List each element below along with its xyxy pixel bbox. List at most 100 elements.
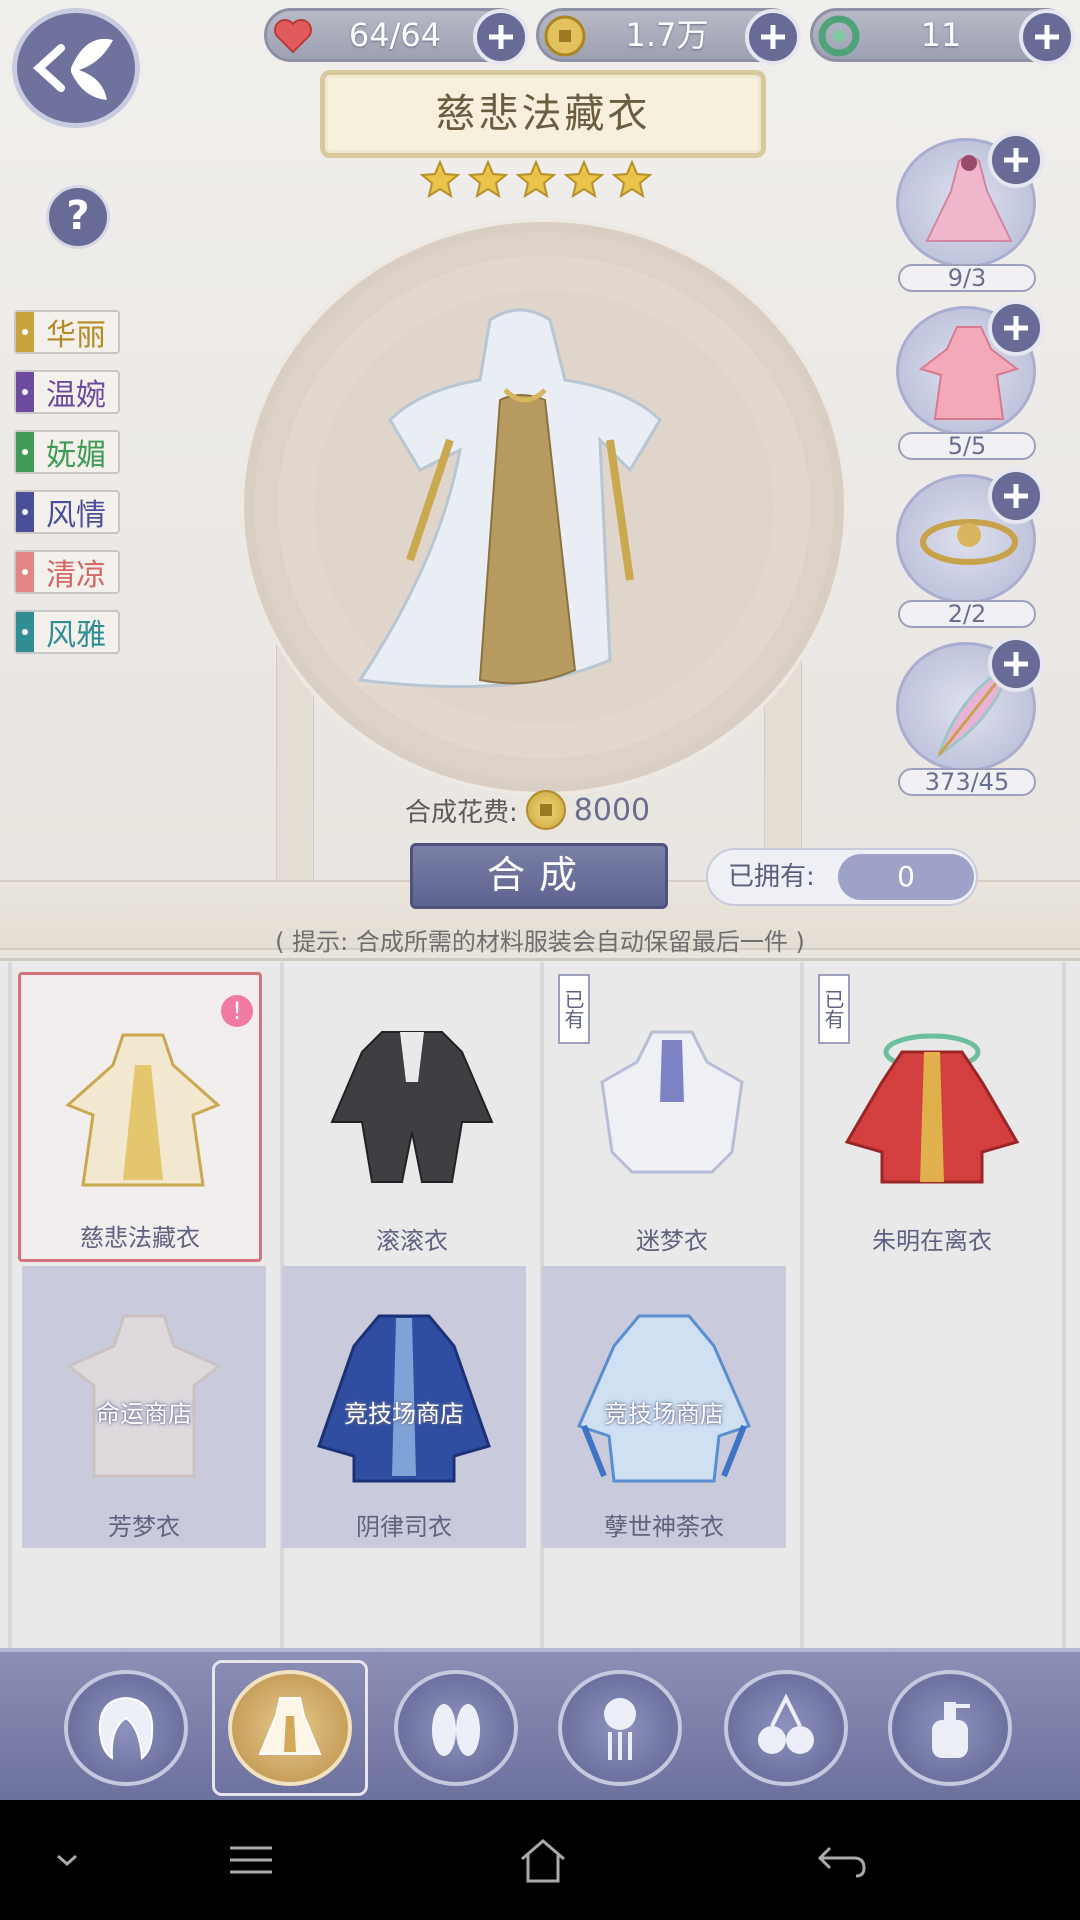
material-count: 9/3 xyxy=(898,264,1036,292)
star-rating xyxy=(420,160,660,206)
black-jacket-image xyxy=(330,1031,494,1183)
style-tag: 风雅 xyxy=(14,610,120,654)
style-tag: 华丽 xyxy=(14,310,120,354)
nav-makeup[interactable] xyxy=(888,1670,1012,1786)
material-slot[interactable]: 373/45 xyxy=(890,636,1050,804)
butterfly-back-icon xyxy=(33,38,113,100)
plus-icon xyxy=(761,25,785,49)
jade-pill: 11 xyxy=(810,8,1075,65)
star-icon xyxy=(564,160,604,199)
plus-icon xyxy=(1004,484,1028,508)
star-icon xyxy=(420,160,460,199)
item-name: 朱明在离衣 xyxy=(872,1227,992,1255)
item-source: 竞技场商店 xyxy=(604,1400,724,1428)
material-slot[interactable]: 5/5 xyxy=(890,300,1050,468)
bell-accessory-icon xyxy=(758,1693,814,1754)
style-tag: 温婉 xyxy=(14,370,120,414)
shoes-icon xyxy=(432,1704,480,1756)
item-name: 慈悲法藏衣 xyxy=(80,1224,200,1252)
material-slot[interactable]: 2/2 xyxy=(890,468,1050,636)
plus-icon xyxy=(1004,148,1028,172)
item-title-plaque: 慈悲法藏衣 xyxy=(320,70,766,158)
jade-value: 11 xyxy=(920,16,962,54)
item-name: 阴律司衣 xyxy=(356,1513,452,1541)
nav-hairpin[interactable] xyxy=(558,1670,682,1786)
nav-accessory[interactable] xyxy=(724,1670,848,1786)
coin-pill: 1.7万 xyxy=(536,8,801,65)
coin-icon xyxy=(544,15,586,57)
owned-count: 已拥有: 0 xyxy=(706,848,978,906)
category-nav xyxy=(0,1648,1080,1800)
item-card[interactable]: 已有 朱明在离衣 xyxy=(810,972,1054,1262)
item-name: 芳梦衣 xyxy=(108,1513,180,1541)
material-slot[interactable]: 9/3 xyxy=(890,132,1050,300)
add-material-button[interactable] xyxy=(988,468,1044,524)
coin-icon xyxy=(525,790,566,830)
back-button[interactable] xyxy=(12,8,140,128)
svg-text:!: ! xyxy=(232,997,242,1025)
system-collapse-button[interactable] xyxy=(32,1828,102,1892)
material-count: 373/45 xyxy=(898,768,1036,796)
material-list: 9/3 5/5 2/2 373/45 xyxy=(890,132,1050,804)
style-tag: 妩媚 xyxy=(14,430,120,474)
owned-value: 0 xyxy=(838,854,974,900)
owned-label: 已拥有: xyxy=(728,862,815,892)
item-title: 慈悲法藏衣 xyxy=(435,91,651,137)
item-source: 命运商店 xyxy=(96,1400,192,1428)
add-coin-button[interactable] xyxy=(745,9,801,65)
nav-hair[interactable] xyxy=(64,1670,188,1786)
material-count: 2/2 xyxy=(898,600,1036,628)
white-blue-dress-image xyxy=(600,1030,744,1174)
craft-button[interactable]: 合成 xyxy=(410,843,668,909)
nav-dress[interactable] xyxy=(228,1670,352,1786)
heart-icon xyxy=(274,19,312,54)
system-menu-button[interactable] xyxy=(216,1828,286,1892)
item-card[interactable]: 已有 迷梦衣 xyxy=(550,972,794,1262)
craft-cost: 合成花费: 8000 xyxy=(405,790,650,830)
plus-icon xyxy=(1004,652,1028,676)
add-material-button[interactable] xyxy=(988,636,1044,692)
craft-hint: ( 提示: 合成所需的材料服装会自动保留最后一件 ) xyxy=(275,928,805,956)
item-card-locked[interactable]: 竞技场商店 孽世神荼衣 xyxy=(542,1266,786,1548)
craft-cost-value: 8000 xyxy=(573,792,651,828)
add-jade-button[interactable] xyxy=(1019,9,1075,65)
item-card-locked[interactable]: 竞技场商店 阴律司衣 xyxy=(282,1266,526,1548)
stamina-pill: 64/64 xyxy=(264,8,529,65)
item-name: 迷梦衣 xyxy=(636,1227,708,1255)
nav-shoes[interactable] xyxy=(394,1670,518,1786)
add-stamina-button[interactable] xyxy=(473,9,529,65)
star-icon xyxy=(612,160,652,199)
plus-icon xyxy=(1004,316,1028,340)
item-card-locked[interactable]: 命运商店 芳梦衣 xyxy=(22,1266,266,1548)
system-home-button[interactable] xyxy=(508,1828,578,1892)
style-tag: 清凉 xyxy=(14,550,120,594)
help-button[interactable]: ? xyxy=(46,185,110,249)
plus-icon xyxy=(489,25,513,49)
makeup-bottle-icon xyxy=(932,1702,970,1758)
item-card[interactable]: ! 慈悲法藏衣 xyxy=(18,972,262,1262)
gold-robe-image xyxy=(65,1033,221,1187)
jade-icon xyxy=(818,15,860,57)
chevron-down-icon xyxy=(57,1854,77,1867)
system-nav-bar xyxy=(0,1800,1080,1920)
stamina-value: 64/64 xyxy=(348,16,442,54)
hair-icon xyxy=(98,1696,154,1760)
item-name: 孽世神荼衣 xyxy=(604,1513,724,1541)
add-material-button[interactable] xyxy=(988,300,1044,356)
red-robe-image xyxy=(844,1033,1020,1184)
hairpin-icon xyxy=(604,1698,636,1760)
menu-icon xyxy=(230,1846,272,1874)
item-name: 滚滚衣 xyxy=(376,1227,448,1255)
coin-value: 1.7万 xyxy=(625,16,709,54)
style-tag: 风情 xyxy=(14,490,120,534)
item-card[interactable]: 滚滚衣 xyxy=(290,972,534,1262)
back-icon xyxy=(817,1846,866,1878)
new-badge-icon: ! xyxy=(221,995,253,1027)
dress-preview-image xyxy=(357,308,662,689)
star-icon xyxy=(468,160,508,199)
add-material-button[interactable] xyxy=(988,132,1044,188)
system-back-button[interactable] xyxy=(806,1828,876,1892)
star-icon xyxy=(516,160,556,199)
plus-icon xyxy=(1035,25,1059,49)
home-icon xyxy=(521,1839,565,1883)
